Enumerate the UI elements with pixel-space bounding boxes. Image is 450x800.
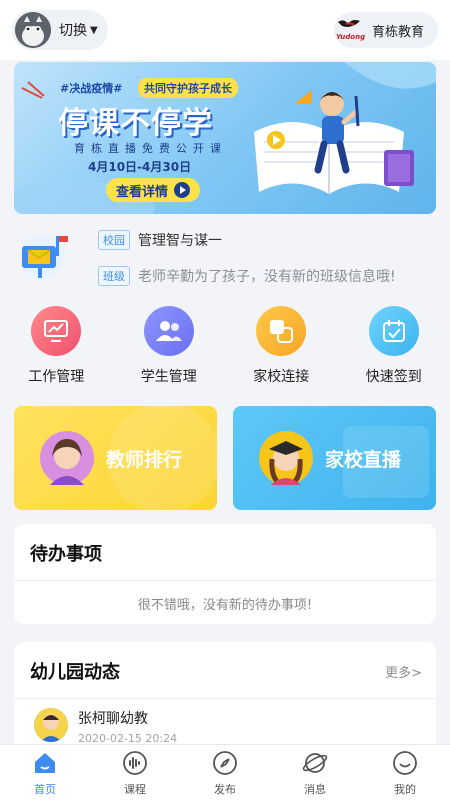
shortcut-label: 快速签到 xyxy=(365,369,422,385)
teacher-avatar xyxy=(40,431,94,485)
chart-monitor-icon xyxy=(31,306,82,356)
top-bar: 切换 ▼ Yudong 育栋教育 xyxy=(0,0,450,60)
todo-empty-text: 很不错哦，没有新的待办事项! xyxy=(137,598,313,613)
switch-account-button[interactable]: 切换 ▼ xyxy=(12,10,108,50)
banner-subtitle: 育栋直播免费公开课 xyxy=(74,142,227,155)
users-icon xyxy=(143,306,194,356)
tab-label: 首页 xyxy=(34,783,56,796)
tab-home[interactable]: 首页 xyxy=(0,745,90,800)
shortcut-label: 家校连接 xyxy=(253,369,310,385)
tab-courses[interactable]: 课程 xyxy=(90,745,180,800)
news-title: 幼儿园动态 xyxy=(30,662,120,683)
banner-title: 停课不停学 xyxy=(58,106,213,141)
tab-label: 我的 xyxy=(394,783,416,796)
divider xyxy=(14,580,436,581)
notice-class[interactable]: 班级 老师辛勤为了孩子，没有新的班级信息哦! xyxy=(98,266,396,286)
news-author-name[interactable]: 张柯聊幼教 xyxy=(78,708,148,728)
brand-switch[interactable]: Yudong 育栋教育 xyxy=(334,12,438,48)
home-icon xyxy=(31,749,59,777)
brand-logo-text: Yudong xyxy=(336,33,366,41)
divider xyxy=(14,698,436,699)
tab-label: 发布 xyxy=(214,783,236,796)
calendar-check-icon xyxy=(368,306,419,356)
tab-label: 课程 xyxy=(124,783,146,796)
feature-cards: 教师排行 家校直播 xyxy=(14,406,436,510)
shortcut-home-school-link[interactable]: 家校连接 xyxy=(225,306,338,390)
tab-messages[interactable]: 消息 xyxy=(270,745,360,800)
more-link[interactable]: 更多> xyxy=(385,662,422,681)
user-avatar xyxy=(15,12,51,48)
shortcut-grid: 工作管理 学生管理 家校连接 快速签到 xyxy=(0,306,450,390)
notice-section: 校园 管理智与谋一 班级 老师辛勤为了孩子，没有新的班级信息哦! xyxy=(0,220,450,298)
banner-date-range: 4月10日-4月30日 xyxy=(88,160,192,174)
news-author-avatar xyxy=(34,708,68,742)
banner-cta-label: 查看详情 xyxy=(115,184,168,200)
todo-title: 待办事项 xyxy=(30,544,102,565)
tab-label: 消息 xyxy=(304,783,326,796)
tab-publish[interactable]: 发布 xyxy=(180,745,270,800)
shortcut-quick-checkin[interactable]: 快速签到 xyxy=(338,306,450,390)
shortcut-label: 学生管理 xyxy=(140,369,197,385)
book-student-illustration xyxy=(254,90,414,194)
notice-tag-class: 班级 xyxy=(98,266,130,286)
teacher-ranking-card[interactable]: 教师排行 xyxy=(14,406,217,510)
play-icon xyxy=(174,182,190,198)
notice-text-campus: 管理智与谋一 xyxy=(138,233,222,249)
soundwave-icon xyxy=(121,749,149,777)
live-stream-card[interactable]: 家校直播 xyxy=(233,406,436,510)
todo-panel: 待办事项 很不错哦，没有新的待办事项! xyxy=(14,524,436,624)
shortcut-label: 工作管理 xyxy=(28,369,85,385)
shortcut-work-management[interactable]: 工作管理 xyxy=(0,306,113,390)
tab-profile[interactable]: 我的 xyxy=(360,745,450,800)
switch-label: 切换 xyxy=(59,23,87,39)
brand-name: 育栋教育 xyxy=(372,24,425,40)
banner-tag-right: 共同守护孩子成长 xyxy=(138,78,238,98)
caret-down-icon: ▼ xyxy=(90,24,98,36)
notice-campus[interactable]: 校园 管理智与谋一 xyxy=(98,230,222,250)
shortcut-student-management[interactable]: 学生管理 xyxy=(113,306,226,390)
planet-icon xyxy=(301,749,329,777)
brand-logo: Yudong xyxy=(334,16,368,44)
banner-tag-left: #决战疫情# xyxy=(60,82,123,95)
mailbox-icon xyxy=(20,234,68,278)
student-avatar xyxy=(259,431,313,485)
promo-banner[interactable]: #决战疫情# 共同守护孩子成长 停课不停学 育栋直播免费公开课 4月10日-4月… xyxy=(14,62,436,214)
compass-icon xyxy=(211,749,239,777)
link-squares-icon xyxy=(256,306,307,356)
smile-icon xyxy=(391,749,419,777)
notice-text-class: 老师辛勤为了孩子，没有新的班级信息哦! xyxy=(138,269,396,285)
bottom-tab-bar: 首页 课程 发布 消息 我的 xyxy=(0,744,450,800)
notice-tag-campus: 校园 xyxy=(98,230,130,250)
banner-details-button[interactable]: 查看详情 xyxy=(106,178,200,202)
